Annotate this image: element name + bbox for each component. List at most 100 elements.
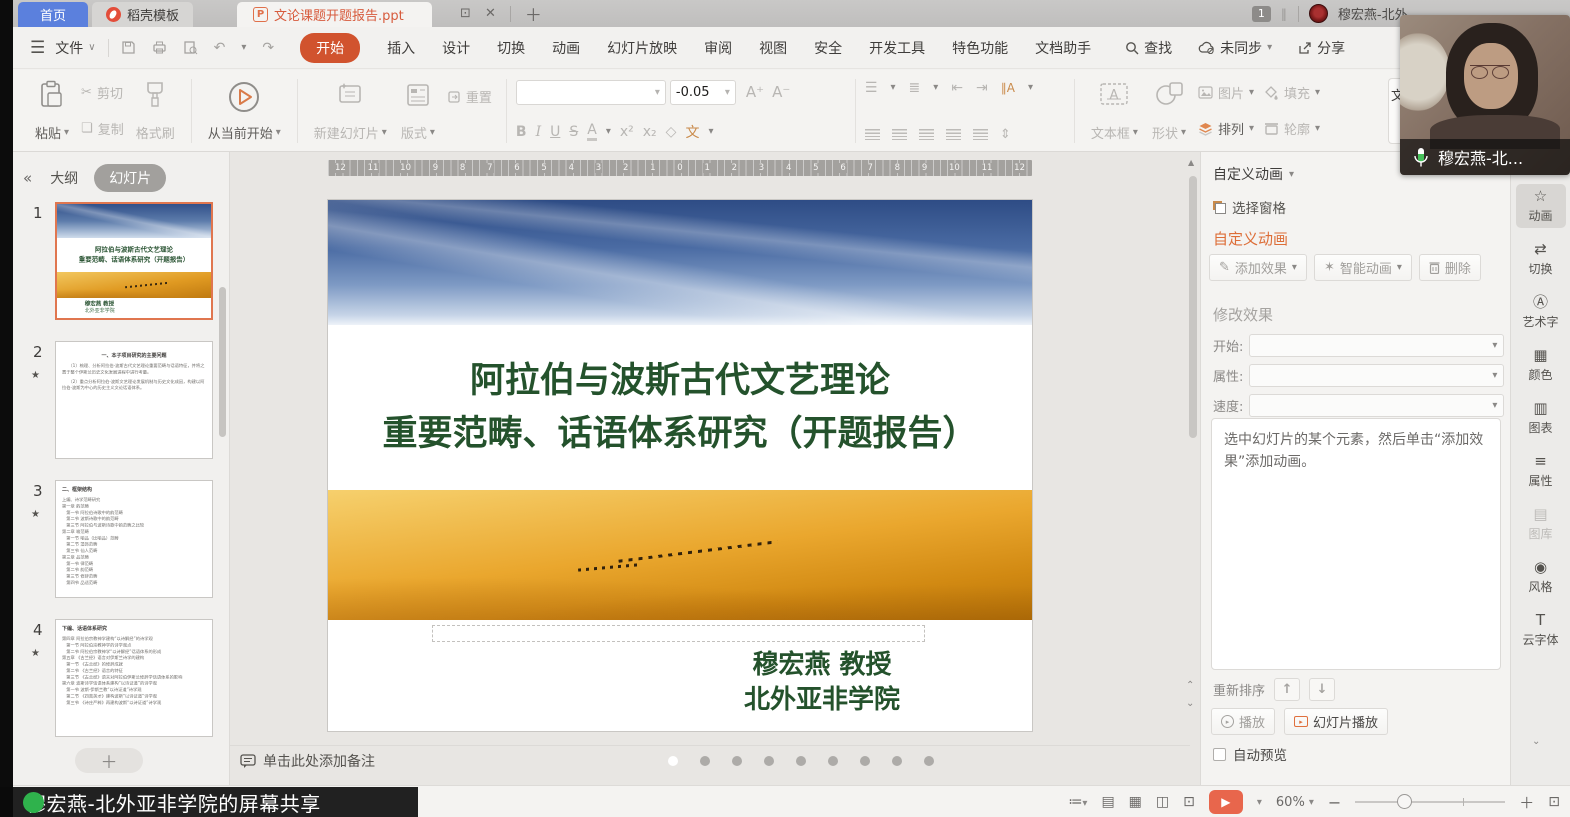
smart-animation-button[interactable]: ✶智能动画▾	[1314, 254, 1412, 281]
rail-item-图库[interactable]: ▤图库	[1516, 502, 1566, 546]
bold-icon[interactable]: B	[516, 124, 527, 140]
speed-dropdown[interactable]: ▾	[1249, 394, 1504, 417]
arrange-button[interactable]: 排列▾	[1193, 116, 1259, 142]
zoom-slider[interactable]	[1355, 801, 1505, 803]
menu-tab-特色功能[interactable]: 特色功能	[952, 38, 1008, 58]
auto-preview-checkbox[interactable]: 自动预览	[1213, 744, 1287, 764]
slide-thumbnail[interactable]: 下编、话语体系研究第四章 阿拉伯宗教神学建构“以诗解经”的诗学观 第一节 阿拉伯…	[55, 619, 213, 737]
rail-item-风格[interactable]: ◉风格	[1516, 555, 1566, 599]
slideshow-play-button[interactable]: ▶	[1209, 790, 1243, 814]
menu-tab-审阅[interactable]: 审阅	[704, 38, 732, 58]
paste-button[interactable]: 粘贴▾	[28, 78, 76, 144]
increase-indent-icon[interactable]: ⇥	[976, 80, 988, 96]
copy-button[interactable]: ❏复制	[76, 116, 129, 142]
scroll-up-icon[interactable]: ▲	[1188, 158, 1194, 167]
previous-slide-icon[interactable]: ⌃	[1186, 680, 1194, 691]
slide-dot[interactable]	[860, 756, 870, 766]
picture-button[interactable]: 图片▾	[1193, 80, 1259, 106]
menu-tab-切换[interactable]: 切换	[497, 38, 525, 58]
reorder-up-button[interactable]: ↑	[1274, 678, 1300, 701]
align-right-icon[interactable]	[919, 129, 934, 140]
save-icon[interactable]	[121, 40, 136, 55]
start-dropdown[interactable]: ▾	[1249, 334, 1504, 357]
property-dropdown[interactable]: ▾	[1249, 364, 1504, 387]
font-name-combo[interactable]: ▾	[516, 80, 666, 105]
clear-format-icon[interactable]: ◇	[666, 124, 677, 140]
print-icon[interactable]	[152, 40, 167, 55]
zoom-slider-knob[interactable]	[1397, 794, 1412, 809]
slide-editor[interactable]: 阿拉伯与波斯古代文艺理论 重要范畴、话语体系研究（开题报告） 穆宏燕 教授 北外…	[328, 200, 1032, 731]
increase-font-icon[interactable]: A⁺	[746, 83, 764, 101]
text-direction-icon[interactable]: ∥A	[1001, 81, 1015, 95]
slide-dot[interactable]	[892, 756, 902, 766]
webcam-overlay[interactable]: 穆宏燕-北...	[1400, 15, 1570, 175]
numbered-list-icon[interactable]: ≣	[908, 80, 920, 96]
rail-item-动画[interactable]: ☆动画	[1516, 184, 1566, 228]
fit-to-window-icon[interactable]: ⊡	[1548, 794, 1560, 810]
animation-list-box[interactable]: 选中幻灯片的某个元素，然后单击“添加效果”添加动画。	[1211, 418, 1501, 670]
layout-button[interactable]: 版式▾	[394, 78, 442, 144]
decrease-font-icon[interactable]: A⁻	[772, 83, 790, 101]
menu-tab-安全[interactable]: 安全	[814, 38, 842, 58]
share-button[interactable]: 分享	[1298, 38, 1345, 58]
undo-icon[interactable]: ↶	[214, 40, 226, 56]
close-tab-icon[interactable]: ✕	[485, 6, 496, 21]
outline-button[interactable]: 轮廓▾	[1259, 116, 1325, 142]
canvas-scrollbar[interactable]: ▲ ⌃ ⌄	[1188, 152, 1198, 785]
zoom-out-icon[interactable]: −	[1328, 793, 1341, 812]
font-color-icon[interactable]: A	[587, 122, 597, 141]
redo-icon[interactable]: ↷	[262, 40, 274, 56]
add-slide-button[interactable]: ＋	[75, 748, 143, 773]
slide-thumbnail[interactable]: 一、本子项目研究的主要问题（1）梳理、分析阿拉伯-波斯古代文艺理论重要范畴与话语…	[55, 341, 213, 459]
menu-tab-插入[interactable]: 插入	[387, 38, 415, 58]
slide-dot[interactable]	[764, 756, 774, 766]
rail-item-图表[interactable]: ▥图表	[1516, 396, 1566, 440]
bullet-list-icon[interactable]: ☰	[865, 80, 878, 96]
view-sorter-icon[interactable]: ▦	[1129, 794, 1142, 810]
collapse-sidebar-icon[interactable]: «	[23, 169, 32, 187]
slide-dot[interactable]	[924, 756, 934, 766]
rail-item-艺术字[interactable]: Ⓐ艺术字	[1516, 290, 1566, 334]
superscript-icon[interactable]: x²	[620, 124, 634, 140]
rail-more-icon[interactable]: ⌄	[1532, 736, 1540, 747]
slide-dot[interactable]	[668, 756, 678, 766]
delete-effect-button[interactable]: 删除	[1419, 254, 1481, 281]
account-avatar[interactable]	[1309, 4, 1328, 23]
slide-dot[interactable]	[700, 756, 710, 766]
tab-outline[interactable]: 大纲	[50, 168, 78, 188]
slide-dot[interactable]	[828, 756, 838, 766]
reset-button[interactable]: 重置	[442, 84, 497, 110]
phonetic-guide-icon[interactable]: 文	[685, 122, 699, 142]
view-slideshow-icon[interactable]: ⊡	[1183, 794, 1195, 810]
reorder-down-button[interactable]: ↓	[1309, 678, 1335, 701]
present-monitor-icon[interactable]: ⊡	[460, 6, 471, 21]
slide-thumbnail[interactable]: 阿拉伯与波斯古代文艺理论重要范畴、话语体系研究（开题报告）穆宏燕 教授北外亚非学…	[55, 202, 213, 320]
strikethrough-icon[interactable]: S	[569, 124, 578, 140]
notes-placeholder[interactable]: 单击此处添加备注	[240, 751, 375, 771]
menu-tab-文档助手[interactable]: 文档助手	[1035, 38, 1091, 58]
zoom-level[interactable]: 60%▾	[1276, 795, 1314, 810]
line-spacing-icon[interactable]: ⇕	[1000, 127, 1011, 142]
menu-tab-开发工具[interactable]: 开发工具	[869, 38, 925, 58]
new-tab-icon[interactable]: ＋	[525, 1, 542, 26]
file-menu[interactable]: 文件∨	[55, 38, 95, 58]
selection-pane-button[interactable]: 选择窗格	[1213, 197, 1286, 217]
zoom-in-icon[interactable]: ＋	[1519, 792, 1534, 813]
tab-document[interactable]: P文论课题开题报告.ppt	[237, 2, 432, 27]
slide-author[interactable]: 穆宏燕 教授 北外亚非学院	[642, 648, 1002, 718]
menu-tab-动画[interactable]: 动画	[552, 38, 580, 58]
slideshow-play-button[interactable]: ▸幻灯片播放	[1284, 708, 1388, 735]
menu-tab-幻灯片放映[interactable]: 幻灯片放映	[607, 38, 677, 58]
underline-icon[interactable]: U	[550, 124, 560, 140]
format-painter-button[interactable]: 格式刷	[129, 78, 182, 144]
slide-thumbnail[interactable]: 二、框架结构上编、诗学范畴研究第一章 韵范畴 第一节 阿拉伯诗歌中的韵范畴 第二…	[55, 480, 213, 598]
textbox-button[interactable]: A 文本框▾	[1084, 78, 1145, 144]
rail-item-云字体[interactable]: T云字体	[1516, 608, 1566, 652]
decrease-indent-icon[interactable]: ⇤	[951, 80, 963, 96]
slide-dot[interactable]	[796, 756, 806, 766]
tab-home[interactable]: 首页	[18, 2, 88, 27]
play-options-caret[interactable]: ▾	[1257, 797, 1262, 808]
font-size-combo[interactable]: -0.05▾	[670, 80, 736, 105]
slide-dot[interactable]	[732, 756, 742, 766]
play-from-current-button[interactable]: 从当前开始▾	[201, 78, 288, 144]
